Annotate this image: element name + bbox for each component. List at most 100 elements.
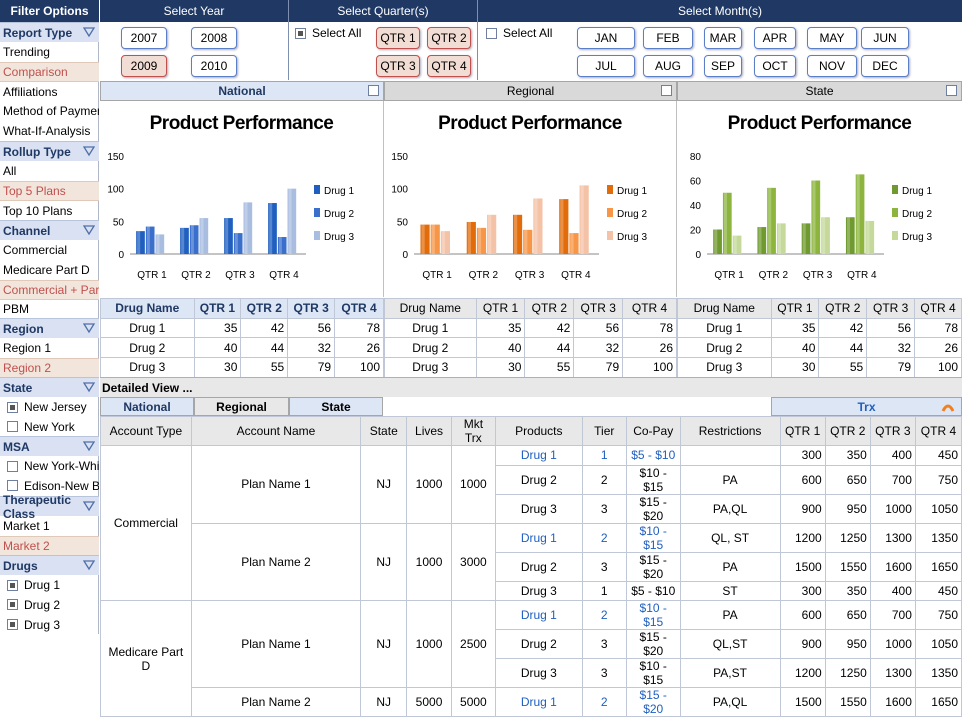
month-may-button[interactable]: MAY	[807, 27, 857, 49]
checkbox-icon[interactable]	[7, 619, 18, 631]
checkbox-icon[interactable]	[7, 480, 18, 492]
copay-cell: $15 - $20	[625, 493, 681, 524]
month-sep-button[interactable]: SEP	[704, 55, 742, 77]
year-2010-button[interactable]: 2010	[191, 55, 237, 77]
therapeutic-class-item[interactable]: Market 2	[0, 535, 99, 556]
month-nov-button[interactable]: NOV	[807, 55, 857, 77]
channel-item[interactable]: Commercial + Part D	[0, 279, 99, 300]
tab-regional[interactable]: Regional	[194, 397, 289, 416]
bar-highlight	[156, 234, 160, 254]
copay-cell: $15 - $20	[625, 551, 681, 582]
channel-section-header[interactable]: Channel	[0, 220, 99, 240]
month-select-all[interactable]: Select All	[484, 26, 552, 40]
region-item[interactable]: Region 2	[0, 357, 99, 378]
year-2008-button[interactable]: 2008	[191, 27, 237, 49]
checkbox-icon[interactable]	[7, 579, 18, 591]
checkbox-icon[interactable]	[7, 460, 18, 472]
msa-item[interactable]: New York-White	[0, 456, 99, 476]
qtr1-cell: 600	[779, 600, 826, 631]
product-cell[interactable]: Drug 1	[495, 600, 583, 631]
checkbox-icon[interactable]	[7, 421, 18, 433]
qtr1-cell: 600	[779, 464, 826, 495]
product-cell[interactable]: Drug 1	[495, 522, 583, 553]
qtr2-button[interactable]: QTR 2	[427, 27, 471, 49]
checkbox-icon[interactable]	[7, 599, 18, 611]
report-type-item[interactable]: What-If-Analysis	[0, 121, 99, 141]
region-section-header[interactable]: Region	[0, 318, 99, 338]
filter-dropdown-icon[interactable]	[83, 145, 95, 157]
product-cell[interactable]: Drug 1	[495, 687, 583, 717]
quarter-select-all[interactable]: Select All	[293, 26, 361, 40]
year-2009-button[interactable]: 2009	[121, 55, 167, 77]
rollup-type-section-header[interactable]: Rollup Type	[0, 141, 99, 161]
qtr3-button[interactable]: QTR 3	[376, 55, 420, 77]
rollup-type-item[interactable]: Top 10 Plans	[0, 201, 99, 221]
tab-national[interactable]: National	[100, 397, 194, 416]
report-type-section-header[interactable]: Report Type	[0, 22, 99, 42]
product-cell[interactable]: Drug 3	[495, 658, 583, 689]
filter-dropdown-icon[interactable]	[83, 559, 95, 571]
chart-panel-state: Product Performance 0 20 40 60 80 QTR 1 QTR 2Q…	[677, 101, 962, 297]
channel-item[interactable]: PBM	[0, 299, 99, 319]
filter-dropdown-icon[interactable]	[83, 322, 95, 334]
product-cell[interactable]: Drug 2	[495, 551, 583, 582]
therapeutic-class-section-header[interactable]: Therapeutic Class	[0, 493, 99, 521]
therapeutic-class-item[interactable]: Market 1	[0, 516, 99, 536]
filter-dropdown-icon[interactable]	[83, 224, 95, 236]
drugs-item[interactable]: Drug 2	[0, 595, 99, 615]
drugs-item[interactable]: Drug 3	[0, 615, 99, 635]
month-oct-button[interactable]: OCT	[754, 55, 796, 77]
checkbox-icon[interactable]	[946, 85, 957, 96]
rollup-type-item[interactable]: Top 5 Plans	[0, 180, 99, 201]
drugs-section-header[interactable]: Drugs	[0, 555, 99, 575]
month-apr-button[interactable]: APR	[754, 27, 796, 49]
state-section-header[interactable]: State	[0, 377, 99, 397]
msa-section-header[interactable]: MSA	[0, 436, 99, 456]
filter-dropdown-icon[interactable]	[83, 26, 95, 38]
report-type-item[interactable]: Comparison	[0, 61, 99, 82]
product-cell[interactable]: Drug 3	[495, 580, 583, 602]
qtr4-button[interactable]: QTR 4	[427, 55, 471, 77]
report-type-item[interactable]: Affiliations	[0, 82, 99, 102]
report-type-item[interactable]: Trending	[0, 42, 99, 62]
month-dec-button[interactable]: DEC	[861, 55, 909, 77]
report-type-item[interactable]: Method of Payment	[0, 101, 99, 121]
state-item[interactable]: New York	[0, 417, 99, 437]
checkbox-icon[interactable]	[368, 85, 379, 96]
rollup-type-item[interactable]: All	[0, 161, 99, 181]
product-cell[interactable]: Drug 1	[495, 445, 583, 466]
collapse-arrow-icon[interactable]	[941, 401, 955, 413]
region-item[interactable]: Region 1	[0, 338, 99, 358]
channel-item[interactable]: Medicare Part D	[0, 260, 99, 280]
msa-section-label: MSA	[3, 439, 30, 454]
filter-dropdown-icon[interactable]	[83, 500, 95, 512]
month-jun-button[interactable]: JUN	[861, 27, 909, 49]
quarter-filter-label: Select Quarter(s)	[289, 0, 477, 22]
state-item[interactable]: New Jersey	[0, 397, 99, 417]
drugs-item[interactable]: Drug 1	[0, 575, 99, 595]
month-aug-button[interactable]: AUG	[643, 55, 693, 77]
month-jul-button[interactable]: JUL	[577, 55, 635, 77]
month-mar-button[interactable]: MAR	[704, 27, 742, 49]
filter-dropdown-icon[interactable]	[83, 440, 95, 452]
value-cell: 78	[622, 317, 677, 339]
month-jan-button[interactable]: JAN	[577, 27, 635, 49]
product-cell[interactable]: Drug 2	[495, 629, 583, 660]
channel-item[interactable]: Commercial	[0, 240, 99, 260]
qtr1-button[interactable]: QTR 1	[376, 27, 420, 49]
y-tick-label: 0	[695, 250, 701, 261]
filter-dropdown-icon[interactable]	[83, 381, 95, 393]
checkbox-icon[interactable]	[661, 85, 672, 96]
checkbox-icon[interactable]	[486, 27, 497, 39]
product-cell[interactable]: Drug 3	[495, 493, 583, 524]
table-row: Drug 3 30 55 79 100	[384, 357, 677, 378]
checkbox-icon[interactable]	[7, 401, 18, 413]
qtr4-cell: 1650	[914, 551, 962, 582]
tab-state[interactable]: State	[289, 397, 383, 416]
rollup-type-section-label: Rollup Type	[3, 144, 71, 159]
year-2007-button[interactable]: 2007	[121, 27, 167, 49]
checkbox-icon[interactable]	[295, 27, 306, 39]
month-feb-button[interactable]: FEB	[643, 27, 693, 49]
product-cell[interactable]: Drug 2	[495, 464, 583, 495]
restrictions-cell	[679, 445, 781, 466]
